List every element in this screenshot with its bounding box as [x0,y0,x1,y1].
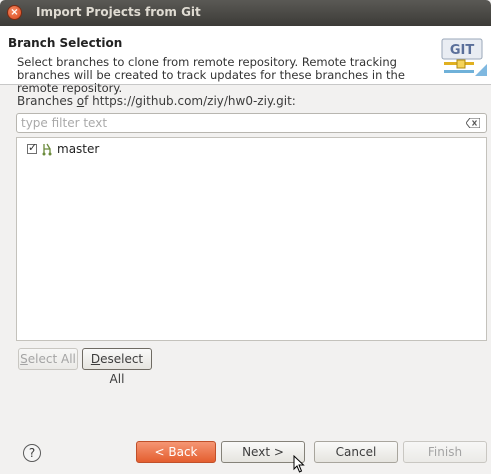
finish-button[interactable]: Finish [403,441,487,463]
branches-label-prefix: Branches [17,94,77,108]
select-all-button[interactable]: Select All [18,348,78,370]
cancel-button[interactable]: Cancel [314,441,398,463]
deselect-all-mnemonic: D [90,352,101,366]
deselect-all-label: eselect All [100,352,144,386]
wizard-banner: Branch Selection Select branches to clon… [0,26,491,95]
window-titlebar: × Import Projects from Git [0,0,491,26]
mouse-pointer-icon [293,455,305,473]
select-all-mnemonic: S [20,352,28,366]
filter-input[interactable]: type filter text [16,113,487,133]
back-button[interactable]: < Back [136,441,216,463]
branch-icon [42,143,52,156]
select-all-label: elect All [27,352,76,366]
deselect-all-button[interactable]: Deselect All [82,348,152,386]
branches-label: Branches of https://github.com/ziy/hw0-z… [17,94,296,108]
branch-master-checkbox[interactable] [27,141,37,154]
filter-placeholder: type filter text [21,116,108,130]
page-title: Branch Selection [8,36,123,50]
clear-filter-icon[interactable] [466,118,480,128]
window-title: Import Projects from Git [36,5,201,19]
git-logo-icon: GIT [441,38,487,76]
branch-tree: master [16,137,487,341]
git-logo-text: GIT [450,43,475,58]
page-description: Select branches to clone from remote rep… [17,55,405,95]
help-button[interactable]: ? [23,444,41,462]
branches-label-url: f https://github.com/ziy/hw0-ziy.git: [84,94,296,108]
branch-label: master [57,142,100,156]
branch-item-master[interactable]: master [27,141,99,157]
close-window-button[interactable]: × [7,5,22,20]
